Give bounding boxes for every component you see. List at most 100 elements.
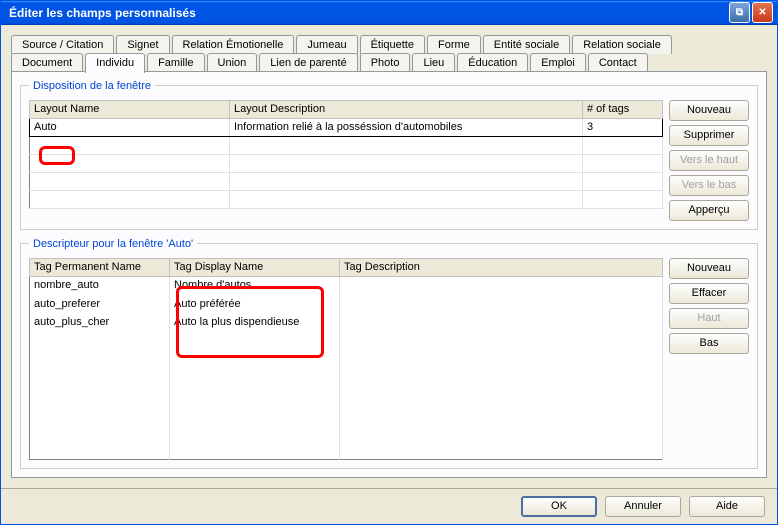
nouveau-button[interactable]: Nouveau — [669, 100, 749, 121]
column-header[interactable]: Layout Description — [230, 100, 583, 118]
tab-entit-sociale[interactable]: Entité sociale — [483, 35, 570, 54]
descriptor-legend: Descripteur pour la fenêtre 'Auto' — [29, 238, 197, 250]
column-header[interactable]: # of tags — [583, 100, 663, 118]
dialog-buttons: OK Annuler Aide — [1, 488, 777, 524]
supprimer-button[interactable]: Supprimer — [669, 125, 749, 146]
window-title: Éditer les champs personnalisés — [5, 6, 729, 20]
tab-emploi[interactable]: Emploi — [530, 53, 586, 72]
descriptor-group: Descripteur pour la fenêtre 'Auto' Tag P… — [20, 238, 758, 469]
cell — [30, 154, 230, 172]
cell — [583, 154, 663, 172]
table-row[interactable] — [30, 190, 663, 208]
cell — [170, 441, 340, 459]
cell — [230, 172, 583, 190]
column-header[interactable]: Tag Permanent Name — [30, 258, 170, 276]
table-row[interactable] — [30, 368, 663, 386]
ok-button[interactable]: OK — [521, 496, 597, 517]
cell: nombre_auto — [30, 276, 170, 294]
cell — [230, 136, 583, 154]
help-button[interactable]: Aide — [689, 496, 765, 517]
cell: Auto la plus dispendieuse — [170, 313, 340, 331]
cell — [30, 368, 170, 386]
table-row[interactable] — [30, 136, 663, 154]
cell — [30, 331, 170, 349]
table-row[interactable]: AutoInformation relié à la posséssion d'… — [30, 118, 663, 136]
cell — [340, 368, 663, 386]
descriptor-table-area: Tag Permanent NameTag Display NameTag De… — [29, 258, 663, 460]
table-row[interactable] — [30, 172, 663, 190]
descriptor-table[interactable]: Tag Permanent NameTag Display NameTag De… — [29, 258, 663, 460]
table-row[interactable]: auto_plus_cherAuto la plus dispendieuse — [30, 313, 663, 331]
tab-union[interactable]: Union — [207, 53, 258, 72]
layout-table[interactable]: Layout NameLayout Description# of tags A… — [29, 100, 663, 209]
column-header[interactable]: Tag Description — [340, 258, 663, 276]
tab-relation-motionelle[interactable]: Relation Émotionelle — [172, 35, 295, 54]
cell — [583, 136, 663, 154]
effacer-button[interactable]: Effacer — [669, 283, 749, 304]
tab-signet[interactable]: Signet — [116, 35, 169, 54]
titlebar: Éditer les champs personnalisés ⧉ ✕ — [1, 1, 777, 25]
cell — [340, 441, 663, 459]
table-row[interactable] — [30, 441, 663, 459]
cell — [170, 422, 340, 440]
table-row[interactable] — [30, 404, 663, 422]
cell — [340, 422, 663, 440]
window: Éditer les champs personnalisés ⧉ ✕ Sour… — [0, 0, 778, 525]
tab-lieu[interactable]: Lieu — [412, 53, 455, 72]
table-row[interactable] — [30, 349, 663, 367]
tab-famille[interactable]: Famille — [147, 53, 204, 72]
tab-document[interactable]: Document — [11, 53, 83, 72]
cell: auto_preferer — [30, 294, 170, 312]
column-header[interactable]: Tag Display Name — [170, 258, 340, 276]
tab--ducation[interactable]: Éducation — [457, 53, 528, 72]
cell — [230, 190, 583, 208]
cell — [340, 386, 663, 404]
cell — [30, 349, 170, 367]
table-row[interactable]: auto_prefererAuto préférée — [30, 294, 663, 312]
table-row[interactable] — [30, 422, 663, 440]
tab-individu[interactable]: Individu — [85, 53, 145, 73]
table-row[interactable] — [30, 331, 663, 349]
table-row[interactable] — [30, 154, 663, 172]
cell — [170, 404, 340, 422]
descriptor-buttons: NouveauEffacerHautBas — [669, 258, 749, 460]
cell — [340, 331, 663, 349]
cell — [340, 294, 663, 312]
cell — [340, 313, 663, 331]
cell — [30, 136, 230, 154]
cell — [30, 172, 230, 190]
tab-jumeau[interactable]: Jumeau — [296, 35, 357, 54]
cell: Auto — [30, 118, 230, 136]
cell — [30, 386, 170, 404]
layout-group: Disposition de la fenêtre Layout NameLay… — [20, 80, 758, 230]
apper-u-button[interactable]: Apperçu — [669, 200, 749, 221]
close-icon[interactable]: ✕ — [752, 2, 773, 23]
column-header[interactable]: Layout Name — [30, 100, 230, 118]
tab-photo[interactable]: Photo — [360, 53, 411, 72]
tab-contact[interactable]: Contact — [588, 53, 648, 72]
tab-forme[interactable]: Forme — [427, 35, 481, 54]
nouveau-button[interactable]: Nouveau — [669, 258, 749, 279]
bas-button[interactable]: Bas — [669, 333, 749, 354]
table-row[interactable] — [30, 386, 663, 404]
layout-table-area: Layout NameLayout Description# of tags A… — [29, 100, 663, 221]
cell — [30, 404, 170, 422]
cell: 3 — [583, 118, 663, 136]
content: Source / CitationSignetRelation Émotione… — [1, 25, 777, 488]
cell — [340, 404, 663, 422]
tab-relation-sociale[interactable]: Relation sociale — [572, 35, 672, 54]
tab--tiquette[interactable]: Étiquette — [360, 35, 425, 54]
cell: Information relié à la posséssion d'auto… — [230, 118, 583, 136]
window-controls: ⧉ ✕ — [729, 2, 773, 23]
cell — [30, 190, 230, 208]
cancel-button[interactable]: Annuler — [605, 496, 681, 517]
tab-lien-de-parent-[interactable]: Lien de parenté — [259, 53, 357, 72]
restore-icon[interactable]: ⧉ — [729, 2, 750, 23]
cell — [583, 172, 663, 190]
tab-source-citation[interactable]: Source / Citation — [11, 35, 114, 54]
cell: Auto préférée — [170, 294, 340, 312]
cell — [170, 331, 340, 349]
cell — [170, 368, 340, 386]
cell — [340, 349, 663, 367]
table-row[interactable]: nombre_autoNombre d'autos — [30, 276, 663, 294]
